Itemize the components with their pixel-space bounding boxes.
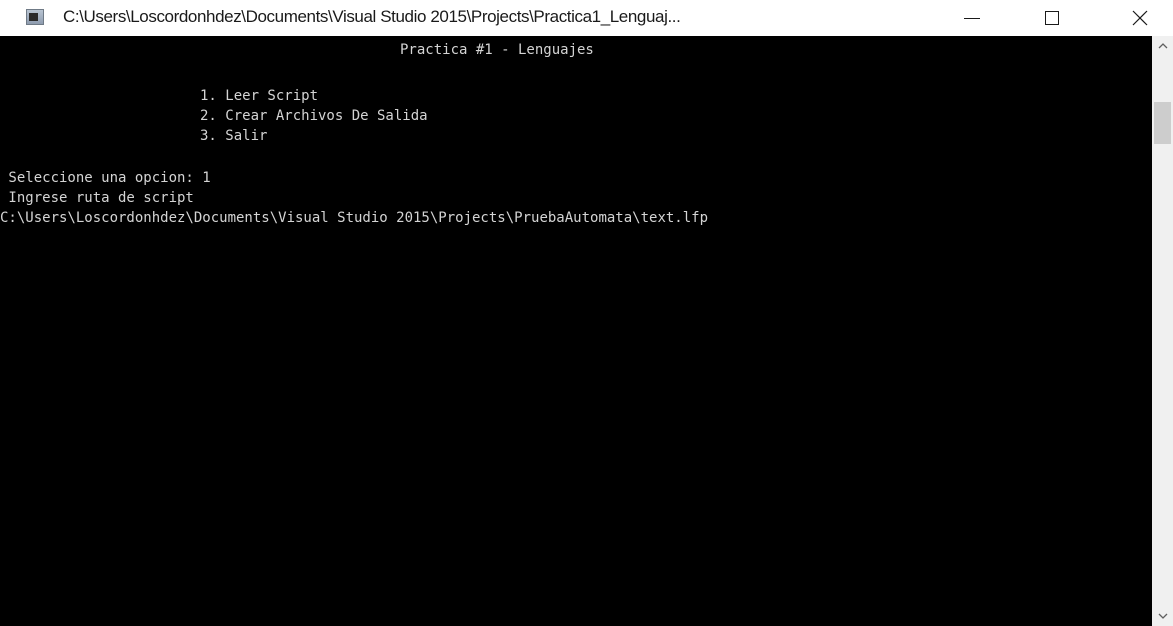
minimize-button[interactable] xyxy=(949,0,995,36)
menu-option-1: 1. Leer Script xyxy=(200,88,319,104)
maximize-icon xyxy=(1045,11,1059,25)
scroll-up-button[interactable] xyxy=(1152,36,1173,56)
selection-prompt: Seleccione una opcion: 1 xyxy=(0,170,211,186)
scrollbar-thumb[interactable] xyxy=(1154,102,1171,144)
menu-option-3: 3. Salir xyxy=(200,128,268,144)
chevron-up-icon xyxy=(1158,43,1167,49)
console-app-icon[interactable] xyxy=(26,9,44,25)
maximize-button[interactable] xyxy=(1029,0,1075,36)
vertical-scrollbar[interactable] xyxy=(1152,36,1173,626)
console-window: C:\Users\Loscordonhdez\Documents\Visual … xyxy=(0,0,1173,626)
minimize-icon xyxy=(964,17,980,19)
title-bar[interactable]: C:\Users\Loscordonhdez\Documents\Visual … xyxy=(0,0,1173,36)
app-icon-screen xyxy=(29,13,38,21)
chevron-down-icon xyxy=(1158,613,1167,619)
path-input-line: C:\Users\Loscordonhdez\Documents\Visual … xyxy=(0,210,709,226)
close-icon xyxy=(1132,10,1148,26)
path-prompt: Ingrese ruta de script xyxy=(0,190,194,206)
menu-option-2: 2. Crear Archivos De Salida xyxy=(200,108,428,124)
console-output[interactable]: Practica #1 - Lenguajes 1. Leer Script 2… xyxy=(0,36,1152,626)
scroll-down-button[interactable] xyxy=(1152,606,1173,626)
close-button[interactable] xyxy=(1117,0,1163,36)
window-title: C:\Users\Loscordonhdez\Documents\Visual … xyxy=(63,7,681,26)
console-header: Practica #1 - Lenguajes xyxy=(400,42,594,58)
